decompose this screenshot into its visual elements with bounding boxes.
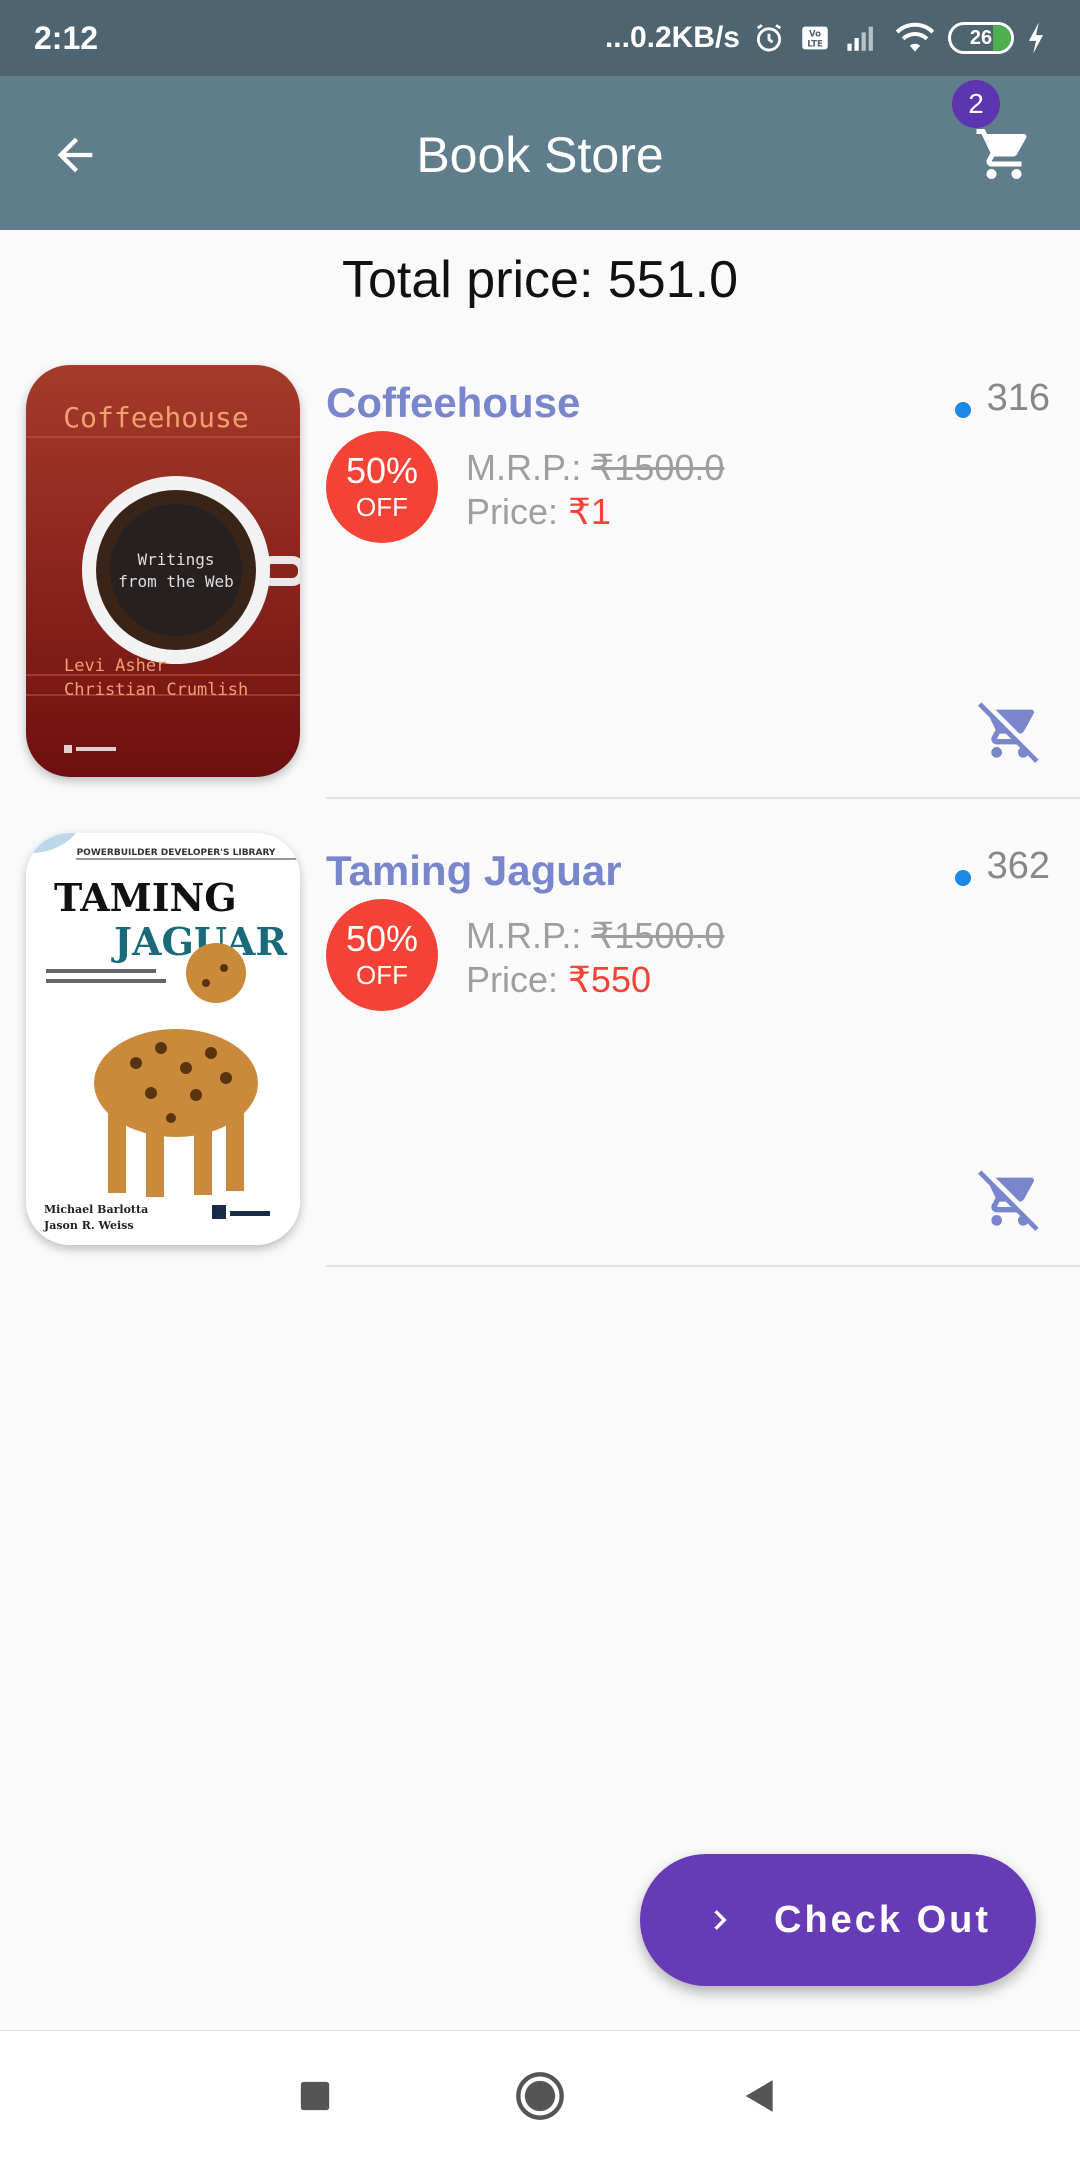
cart-item[interactable]: POWERBUILDER DEVELOPER'S LIBRARY TAMING … (0, 833, 1080, 1301)
chevron-right-icon (714, 1910, 727, 1930)
status-dot (955, 870, 971, 886)
price-line: Price: ₹550 (466, 959, 651, 1001)
remove-from-cart-button[interactable] (974, 695, 1046, 767)
book-title[interactable]: Coffeehouse (326, 379, 580, 427)
mrp-value: ₹1500.0 (591, 915, 725, 956)
cart-count-badge: 2 (952, 80, 1000, 128)
book-title[interactable]: Taming Jaguar (326, 847, 622, 895)
discount-off-label: OFF (356, 960, 408, 991)
charging-icon (1026, 21, 1046, 55)
status-icons: ...0.2KB/s Vo LTE 26 (605, 21, 1046, 55)
book-cover-image[interactable]: POWERBUILDER DEVELOPER'S LIBRARY TAMING … (26, 833, 300, 1245)
svg-text:Coffeehouse: Coffeehouse (63, 401, 248, 434)
discount-badge: 50% OFF (326, 899, 438, 1011)
svg-text:Levi Asher: Levi Asher (64, 656, 166, 676)
book-count: 316 (986, 377, 1050, 419)
battery-icon: 26 (948, 22, 1014, 54)
item-divider (326, 1265, 1080, 1267)
mrp-label: M.R.P.: (466, 915, 592, 956)
checkout-button[interactable]: Check Out (640, 1854, 1036, 1986)
remove-from-cart-button[interactable] (974, 1163, 1046, 1235)
svg-text:Writings: Writings (137, 550, 214, 569)
mrp-value: ₹1500.0 (591, 447, 725, 488)
status-bar: 2:12 ...0.2KB/s Vo LTE 26 (0, 0, 1080, 76)
status-dot (955, 402, 971, 418)
back-nav-button[interactable] (725, 2061, 795, 2131)
signal-icon (844, 21, 882, 55)
svg-text:POWERBUILDER DEVELOPER'S LIBRA: POWERBUILDER DEVELOPER'S LIBRARY (77, 848, 276, 858)
svg-text:LTE: LTE (807, 40, 823, 50)
status-time: 2:12 (34, 19, 99, 56)
discount-percent: 50% (345, 450, 419, 492)
discount-badge: 50% OFF (326, 431, 438, 543)
system-nav-bar (0, 2030, 1080, 2160)
page-title: Book Store (416, 127, 664, 183)
app-bar: Book Store 2 (0, 76, 1080, 230)
discount-percent: 50% (345, 918, 419, 960)
discount-off-label: OFF (356, 492, 408, 523)
price-line: Price: ₹1 (466, 491, 611, 533)
item-divider (326, 797, 1080, 799)
price-label: Price: (466, 491, 569, 532)
svg-text:Vo: Vo (809, 30, 821, 40)
svg-text:Michael Barlotta: Michael Barlotta (44, 1203, 148, 1216)
cart-item[interactable]: Coffeehouse Writings from the Web Levi A… (0, 365, 1080, 833)
wifi-icon (894, 21, 936, 55)
battery-level: 26 (969, 26, 993, 49)
home-circle-icon (516, 2072, 564, 2120)
mrp-label: M.R.P.: (466, 447, 592, 488)
alarm-icon (752, 21, 786, 55)
svg-text:TAMING: TAMING (54, 875, 237, 920)
book-count: 362 (986, 845, 1050, 887)
svg-text:Christian Crumlish: Christian Crumlish (64, 680, 248, 700)
mrp-line: M.R.P.: ₹1500.0 (466, 915, 724, 957)
back-triangle-icon (745, 2080, 773, 2112)
recents-square-icon (300, 2081, 330, 2111)
home-button[interactable] (505, 2061, 575, 2131)
remove-shopping-cart-icon (978, 1170, 1039, 1231)
svg-text:from the Web: from the Web (118, 572, 234, 591)
mrp-line: M.R.P.: ₹1500.0 (466, 447, 724, 489)
shopping-cart-icon (976, 129, 1027, 179)
remove-shopping-cart-icon (978, 702, 1039, 763)
price-value: ₹550 (568, 959, 651, 1000)
network-speed: ...0.2KB/s (604, 21, 740, 54)
total-price: Total price: 551.0 (341, 251, 739, 309)
price-value: ₹1 (568, 491, 611, 532)
svg-text:Jason R. Weiss: Jason R. Weiss (43, 1219, 134, 1232)
recents-button[interactable] (280, 2061, 350, 2131)
price-label: Price: (466, 959, 569, 1000)
checkout-label: Check Out (774, 1898, 992, 1941)
volte-icon: Vo LTE (798, 21, 832, 55)
book-cover-image[interactable]: Coffeehouse Writings from the Web Levi A… (26, 365, 300, 777)
